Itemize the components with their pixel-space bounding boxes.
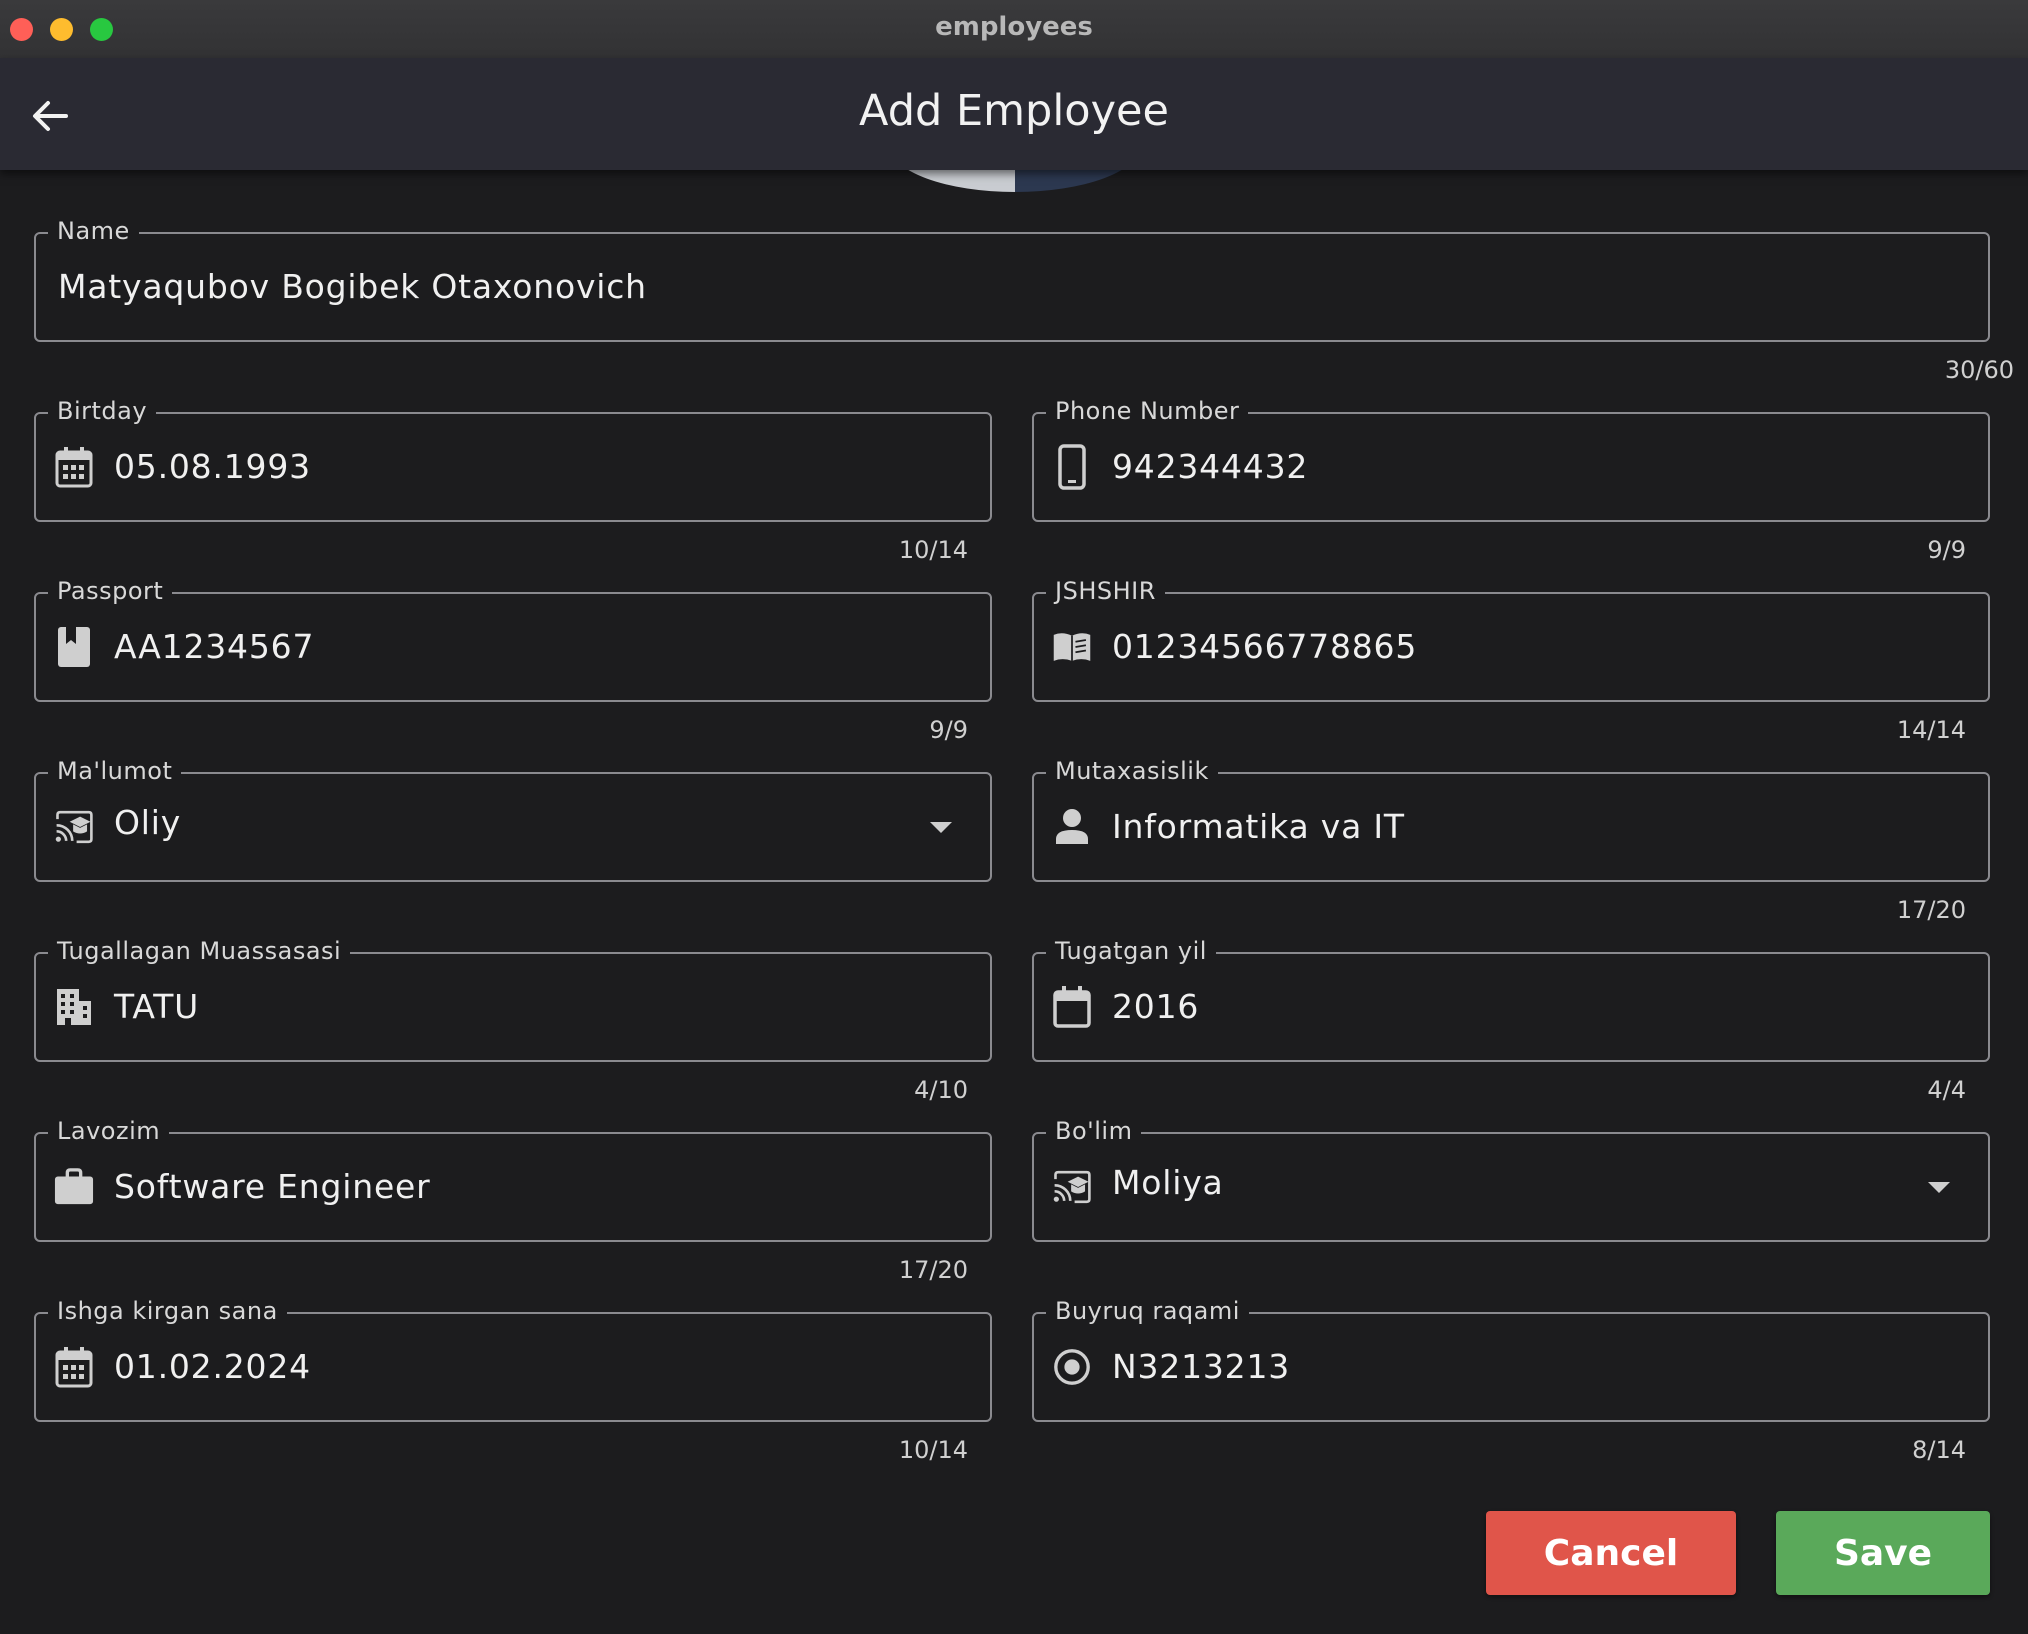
department-selected[interactable]: Moliya (1112, 1162, 1224, 1204)
order-number-input[interactable]: N3213213 (1112, 1346, 1290, 1388)
name-counter: 30/60 (1944, 356, 2014, 384)
cast-for-education-icon (1052, 1165, 1092, 1209)
name-field[interactable]: Name Matyaqubov Bogibek Otaxonovich 30/6… (34, 216, 2014, 384)
graduation-year-field[interactable]: Tugatgan yil 2016 4/4 (1032, 936, 1990, 1104)
department-dropdown[interactable]: Bo'lim Moliya (1032, 1116, 1990, 1242)
radio-button-icon (1052, 1345, 1092, 1389)
order-number-field[interactable]: Buyruq raqami N3213213 8/14 (1032, 1296, 1990, 1464)
position-counter: 17/20 (898, 1256, 968, 1284)
jshshir-field[interactable]: JSHSHIR 01234566778865 14/14 (1032, 576, 1990, 744)
position-label: Lavozim (48, 1116, 170, 1146)
window-titlebar: employees (0, 0, 2028, 59)
name-label: Name (48, 216, 139, 246)
position-field[interactable]: Lavozim Software Engineer 17/20 (34, 1116, 992, 1284)
passport-counter: 9/9 (929, 716, 968, 744)
passport-input[interactable]: AA1234567 (114, 626, 314, 668)
window-title: employees (935, 12, 1093, 42)
institution-label: Tugallagan Muassasasi (48, 936, 351, 966)
specialty-input[interactable]: Informatika va IT (1112, 806, 1405, 848)
phone-counter: 9/9 (1927, 536, 1966, 564)
birthday-label: Birtday (48, 396, 157, 426)
calendar-icon (54, 1345, 94, 1389)
specialty-label: Mutaxasislik (1046, 756, 1218, 786)
graduation-year-input[interactable]: 2016 (1112, 986, 1199, 1028)
order-number-label: Buyruq raqami (1046, 1296, 1249, 1326)
smartphone-icon (1052, 444, 1092, 490)
passport-field[interactable]: Passport AA1234567 9/9 (34, 576, 992, 744)
position-input[interactable]: Software Engineer (114, 1166, 431, 1208)
order-number-counter: 8/14 (1912, 1436, 1966, 1464)
page-title: Add Employee (859, 86, 1169, 136)
passport-book-icon (54, 625, 94, 669)
institution-field[interactable]: Tugallagan Muassasasi TATU 4/10 (34, 936, 992, 1104)
education-label: Ma'lumot (48, 756, 182, 786)
department-label: Bo'lim (1046, 1116, 1142, 1146)
institution-counter: 4/10 (914, 1076, 968, 1104)
birthday-counter: 10/14 (898, 536, 968, 564)
graduation-year-label: Tugatgan yil (1046, 936, 1216, 966)
dropdown-arrow-icon[interactable] (1924, 1178, 1954, 1198)
passport-label: Passport (48, 576, 173, 606)
jshshir-counter: 14/14 (1896, 716, 1966, 744)
app-window: employees Add Employee Name Matyaqubov B… (0, 0, 2028, 1634)
specialty-counter: 17/20 (1896, 896, 1966, 924)
hire-date-counter: 10/14 (898, 1436, 968, 1464)
hire-date-input[interactable]: 01.02.2024 (114, 1346, 311, 1388)
birthday-field[interactable]: Birtday 05.08.1993 10/14 (34, 396, 992, 564)
education-dropdown[interactable]: Ma'lumot Oliy (34, 756, 992, 882)
person-icon (1052, 805, 1092, 849)
cancel-button[interactable]: Cancel (1486, 1511, 1736, 1595)
graduation-year-counter: 4/4 (1927, 1076, 1966, 1104)
hire-date-label: Ishga kirgan sana (48, 1296, 287, 1326)
jshshir-label: JSHSHIR (1046, 576, 1165, 606)
dropdown-arrow-icon[interactable] (926, 818, 956, 838)
specialty-field[interactable]: Mutaxasislik Informatika va IT 17/20 (1032, 756, 1990, 924)
cast-for-education-icon (54, 805, 94, 849)
building-icon (54, 985, 94, 1029)
name-input[interactable]: Matyaqubov Bogibek Otaxonovich (58, 266, 647, 308)
save-button[interactable]: Save (1776, 1511, 1990, 1595)
education-selected[interactable]: Oliy (114, 802, 181, 844)
birthday-input[interactable]: 05.08.1993 (114, 446, 311, 488)
hire-date-field[interactable]: Ishga kirgan sana 01.02.2024 10/14 (34, 1296, 992, 1464)
app-bar: Add Employee (0, 58, 2028, 170)
phone-field[interactable]: Phone Number 942344432 9/9 (1032, 396, 1990, 564)
phone-input[interactable]: 942344432 (1112, 446, 1308, 488)
calendar-icon (54, 445, 94, 489)
briefcase-icon (54, 1165, 94, 1209)
calendar-outline-icon (1052, 985, 1092, 1029)
phone-label: Phone Number (1046, 396, 1249, 426)
institution-input[interactable]: TATU (114, 986, 199, 1028)
jshshir-input[interactable]: 01234566778865 (1112, 626, 1417, 668)
open-book-icon (1052, 625, 1092, 669)
